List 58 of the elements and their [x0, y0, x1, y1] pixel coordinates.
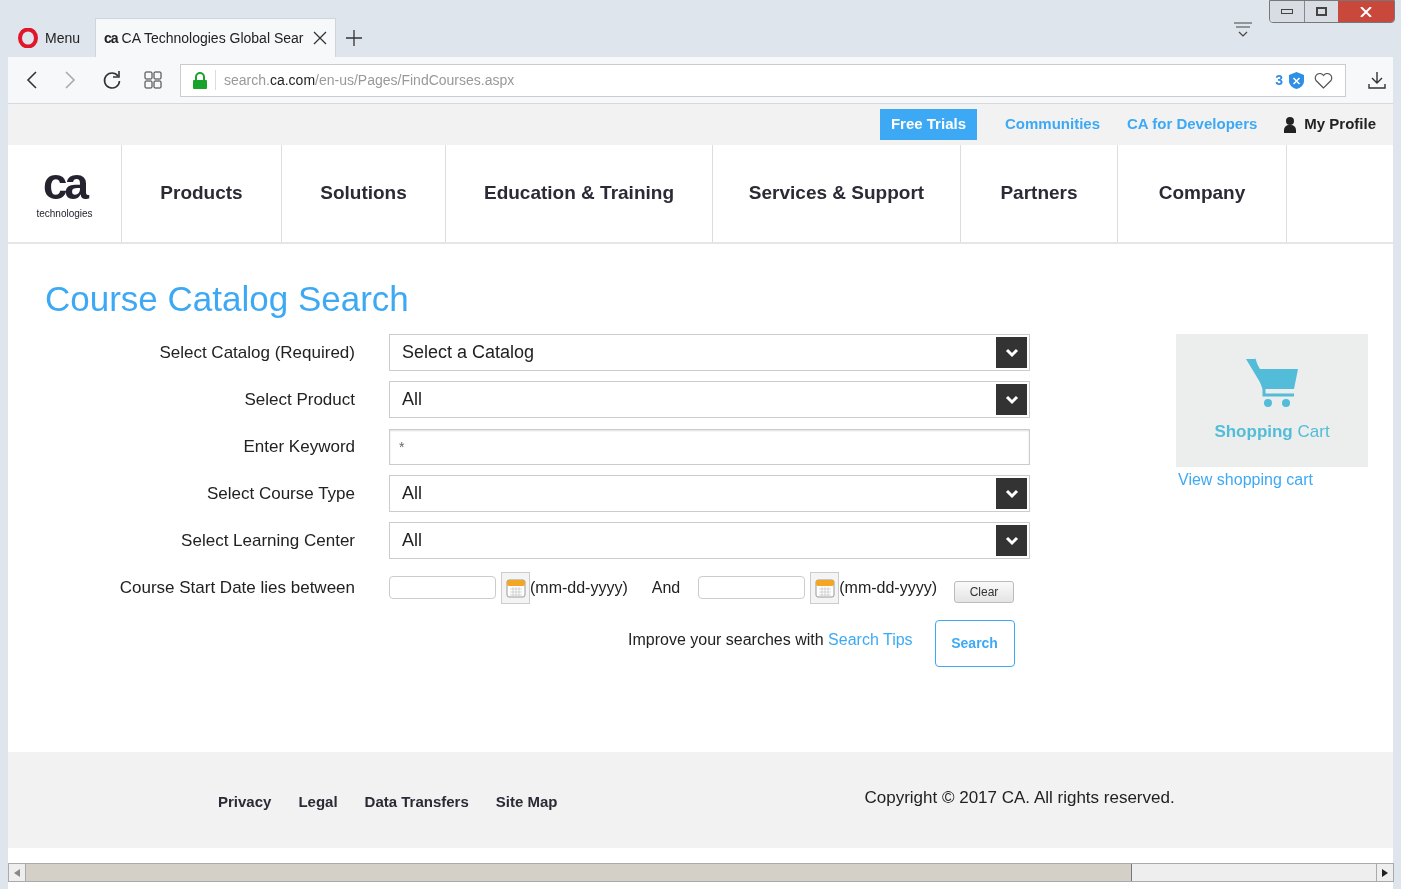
- download-icon[interactable]: [1368, 71, 1386, 89]
- footer-link[interactable]: Privacy: [218, 791, 272, 814]
- heart-icon[interactable]: [1314, 71, 1333, 89]
- o-logo-icon: [18, 28, 38, 48]
- nav-item[interactable]: Education & Training: [446, 145, 713, 242]
- horizontal-scrollbar[interactable]: [8, 863, 1394, 882]
- clear-button[interactable]: Clear: [954, 580, 1014, 603]
- nav-item[interactable]: Products: [122, 145, 282, 242]
- dropdown[interactable]: All: [389, 381, 1030, 418]
- search-tips-text: Improve your searches with Search Tips: [628, 630, 913, 650]
- url-text: search.ca.com/en-us/Pages/FindCourses.aspx: [224, 70, 515, 90]
- browser-tab[interactable]: ca CA Technologies Global Sear: [95, 18, 337, 57]
- address-field[interactable]: search.ca.com/en-us/Pages/FindCourses.aspx 3: [180, 63, 1346, 97]
- blocked-count: 3: [1275, 70, 1283, 90]
- tab-menu-icon[interactable]: [1234, 22, 1252, 38]
- nav-item[interactable]: Services & Support: [713, 145, 961, 242]
- page-title: Course Catalog Search: [45, 278, 409, 320]
- nav-item[interactable]: Solutions: [282, 145, 446, 242]
- field-label: Enter Keyword: [242, 435, 355, 458]
- profile-link[interactable]: My Profile: [1304, 113, 1376, 136]
- footer-link[interactable]: Site Map: [495, 791, 558, 814]
- dropdown[interactable]: Select a Catalog: [389, 334, 1030, 371]
- shopping-cart-icon: [1244, 356, 1300, 409]
- date-input[interactable]: [698, 576, 806, 599]
- tab-title: CA Technologies Global Sear: [121, 28, 305, 48]
- field-label: Course Start Date lies between: [118, 576, 355, 599]
- grid-icon[interactable]: [144, 71, 162, 89]
- date-input[interactable]: [389, 576, 496, 599]
- plus-icon[interactable]: [346, 30, 363, 46]
- field-label: Select Course Type: [205, 482, 355, 505]
- padlock-icon: [193, 71, 207, 89]
- minimize-icon[interactable]: [1270, 1, 1304, 22]
- keyword-input[interactable]: *: [389, 428, 1030, 465]
- date-format-hint: (mm-dd-yyyy): [839, 577, 937, 598]
- footer-link[interactable]: Legal: [298, 791, 338, 814]
- field-label: Select Product: [243, 388, 355, 411]
- scroll-left-arrow-icon[interactable]: [14, 868, 20, 877]
- nav-item[interactable]: Company: [1118, 145, 1287, 242]
- scroll-right-arrow-icon[interactable]: [1382, 868, 1388, 877]
- field-label: Select Catalog (Required): [158, 341, 355, 364]
- nav-item[interactable]: Partners: [961, 145, 1118, 242]
- back-icon[interactable]: [26, 71, 38, 89]
- field-label: Select Learning Center: [180, 529, 355, 552]
- copyright-text: Copyright © 2017 CA. All rights reserved.: [864, 787, 1175, 809]
- maximize-icon[interactable]: [1304, 1, 1338, 22]
- date-format-hint: (mm-dd-yyyy): [530, 577, 628, 598]
- and-label: And: [651, 577, 681, 598]
- footer-link[interactable]: Data Transfers: [364, 791, 469, 814]
- shield-icon[interactable]: [1289, 71, 1304, 89]
- shopping-cart-caption: Shopping Cart: [1214, 420, 1330, 443]
- person-icon: [1284, 116, 1297, 133]
- menu-button[interactable]: Menu: [18, 19, 96, 57]
- reload-icon[interactable]: [102, 70, 122, 90]
- tab-favicon: ca: [104, 31, 118, 45]
- logo[interactable]: ca technologies: [8, 145, 122, 242]
- close-icon[interactable]: [313, 31, 328, 45]
- dropdown[interactable]: All: [389, 475, 1030, 512]
- dropdown[interactable]: All: [389, 522, 1030, 559]
